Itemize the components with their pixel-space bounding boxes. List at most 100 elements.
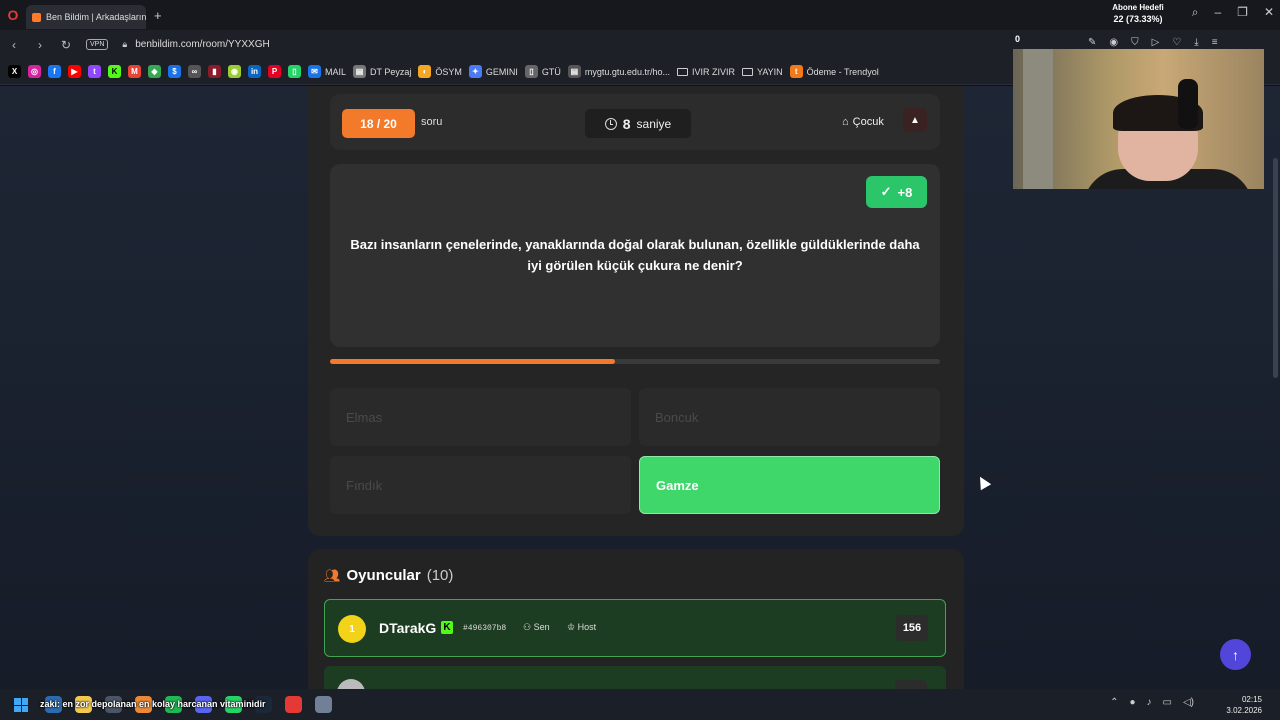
users-icon: 👥︎ bbox=[324, 567, 341, 583]
player-row[interactable] bbox=[324, 666, 946, 689]
new-tab-icon[interactable]: + bbox=[154, 8, 162, 23]
category-label: Çocuk bbox=[852, 116, 884, 128]
lock-icon[interactable]: 🔒︎ bbox=[122, 39, 127, 50]
pinterest-icon[interactable]: P bbox=[268, 65, 281, 78]
folder-icon bbox=[676, 67, 688, 76]
host-tag-label: Host bbox=[577, 622, 597, 632]
search-icon[interactable]: ⌕ bbox=[1192, 5, 1199, 20]
bookmark-folder-yayin[interactable]: YAYIN bbox=[741, 67, 783, 77]
bookmark-mygtu[interactable]: ▤ mygtu.gtu.edu.tr/ho... bbox=[567, 65, 670, 78]
windows-start-icon[interactable] bbox=[14, 698, 28, 712]
scrollbar[interactable] bbox=[1273, 158, 1278, 378]
settings-icon[interactable] bbox=[315, 696, 332, 713]
forward-icon[interactable]: › bbox=[34, 38, 46, 52]
kick-icon: K bbox=[441, 621, 453, 634]
points-badge: ✓ +8 bbox=[866, 176, 927, 208]
player-row[interactable]: 1 DTarakG K #496307b8 ⚇ Sen ♔ Host 156 bbox=[324, 599, 946, 657]
chevron-up-icon[interactable]: ⌃ bbox=[1110, 697, 1118, 708]
answer-option-1[interactable]: Elmas bbox=[330, 388, 631, 446]
timer: 8 saniye bbox=[585, 109, 691, 138]
bookmark-trendyol[interactable]: t Ödeme - Trendyol bbox=[789, 65, 879, 78]
phone-icon[interactable]: ▯ bbox=[288, 65, 301, 78]
question-card: ✓ +8 Bazı insanların çenelerinde, yanakl… bbox=[330, 164, 940, 347]
shield-icon[interactable]: ⛉ bbox=[1131, 37, 1139, 48]
heart-icon[interactable]: ♡ bbox=[1172, 37, 1181, 48]
trendyol-icon: t bbox=[789, 65, 803, 78]
quiz-header: 18 / 20 soru 8 saniye ⌂ Çocuk ▲ bbox=[330, 94, 940, 150]
scroll-to-top-button[interactable]: ↑ bbox=[1220, 639, 1251, 670]
bookmark-label: DT Peyzaj bbox=[370, 66, 412, 77]
mail-icon: ✉ bbox=[308, 65, 321, 78]
answer-option-3[interactable]: Fındık bbox=[330, 456, 631, 514]
self-tag: ⚇ Sen bbox=[523, 622, 550, 633]
webcam-door bbox=[1023, 49, 1053, 189]
answer-option-4-correct[interactable]: Gamze bbox=[639, 456, 940, 514]
play-icon[interactable]: ▷ bbox=[1152, 37, 1160, 48]
vpn-badge[interactable]: VPN bbox=[86, 39, 109, 50]
goal-start: 0 bbox=[1015, 34, 1021, 44]
close-window-icon[interactable]: ✕ bbox=[1264, 5, 1274, 20]
time-progress-bar bbox=[330, 359, 940, 364]
points-value: +8 bbox=[897, 184, 913, 200]
player-score: 156 bbox=[896, 615, 928, 641]
restore-icon[interactable]: ❐ bbox=[1237, 5, 1248, 20]
bookmark-icon[interactable]: ▮ bbox=[208, 65, 221, 78]
report-button[interactable]: ▲ bbox=[903, 108, 927, 132]
bookmark-gtu[interactable]: ▯ GTÜ bbox=[524, 65, 561, 78]
linkedin-icon[interactable]: in bbox=[248, 65, 261, 78]
instagram-icon[interactable]: ◎ bbox=[28, 65, 41, 78]
bookmark-gemini[interactable]: ✦ GEMINI bbox=[468, 65, 518, 78]
gmail-icon[interactable]: M bbox=[128, 65, 141, 78]
host-tag: ♔ Host bbox=[567, 622, 596, 633]
osym-icon: ◐ bbox=[418, 65, 432, 78]
players-panel: 👥︎ Oyuncular (10) 1 DTarakG K #496307b8 … bbox=[308, 549, 964, 689]
reload-icon[interactable]: ↻ bbox=[60, 38, 72, 52]
system-clock[interactable]: 02:15 3.02.2026 bbox=[1226, 694, 1262, 716]
facebook-icon[interactable]: f bbox=[48, 65, 61, 78]
download-icon[interactable]: ⤓ bbox=[1194, 37, 1198, 48]
opera-taskbar-icon[interactable] bbox=[285, 696, 302, 713]
bookmark-label: ÖSYM bbox=[435, 66, 462, 77]
site-favicon-icon bbox=[32, 12, 41, 22]
volume-icon[interactable]: ◁) bbox=[1183, 697, 1194, 708]
bookmark-folder-ivir[interactable]: IVIR ZIVIR bbox=[676, 67, 735, 77]
subscriber-goal: Abone Hedefi 22 (73.33%) bbox=[1100, 3, 1176, 24]
twitch-icon[interactable]: t bbox=[88, 65, 101, 78]
url-field[interactable]: benbildim.com/room/YYXXGH bbox=[135, 39, 270, 50]
bookmark-osym[interactable]: ◐ ÖSYM bbox=[418, 65, 462, 78]
minimize-icon[interactable]: – bbox=[1214, 5, 1221, 20]
clock-icon bbox=[604, 117, 617, 130]
camera-icon[interactable]: ◉ bbox=[1109, 37, 1118, 48]
doc-icon: ▤ bbox=[353, 65, 367, 78]
spotify-tray-icon[interactable]: ● bbox=[1129, 697, 1135, 708]
maps-icon[interactable]: ◆ bbox=[148, 65, 161, 78]
back-icon[interactable]: ‹ bbox=[8, 38, 20, 52]
bookmark-label: GTÜ bbox=[541, 66, 561, 77]
opera-logo-icon[interactable]: O bbox=[0, 0, 26, 30]
check-icon: ✓ bbox=[880, 184, 892, 199]
x-icon[interactable]: X bbox=[8, 65, 21, 78]
players-title: Oyuncular bbox=[346, 567, 421, 584]
goal-title: Abone Hedefi bbox=[1112, 3, 1164, 12]
bookmark-dt-peyzaj[interactable]: ▤ DT Peyzaj bbox=[353, 65, 411, 78]
page-icon: ▯ bbox=[524, 65, 538, 78]
network-icon[interactable]: ▭ bbox=[1163, 697, 1172, 708]
kick-icon[interactable]: K bbox=[108, 65, 121, 78]
timer-value: 8 bbox=[622, 115, 631, 132]
goal-value: 22 (73.33%) bbox=[1113, 14, 1163, 24]
bookmark-label: mygtu.gtu.edu.tr/ho... bbox=[584, 66, 670, 77]
question-text: Bazı insanların çenelerinde, yanaklarınd… bbox=[350, 237, 920, 273]
player-name: DTarakG bbox=[379, 620, 437, 636]
bookmark-mail[interactable]: ✉ MAIL bbox=[308, 65, 346, 78]
link-icon[interactable]: ∞ bbox=[188, 65, 201, 78]
youtube-icon[interactable]: ▶ bbox=[68, 65, 81, 78]
answer-option-2[interactable]: Boncuk bbox=[639, 388, 940, 446]
mic-tray-icon[interactable]: ♪ bbox=[1147, 697, 1152, 708]
dollar-icon[interactable]: $ bbox=[168, 65, 181, 78]
globe-icon[interactable]: ◉ bbox=[228, 65, 241, 78]
edit-icon[interactable]: ✎ bbox=[1088, 37, 1096, 48]
player-score bbox=[895, 680, 927, 689]
menu-icon[interactable]: ≡ bbox=[1212, 37, 1218, 48]
browser-tab[interactable]: Ben Bildim | Arkadaşlarınla ✕ bbox=[26, 5, 146, 29]
player-id: #496307b8 bbox=[463, 624, 507, 633]
